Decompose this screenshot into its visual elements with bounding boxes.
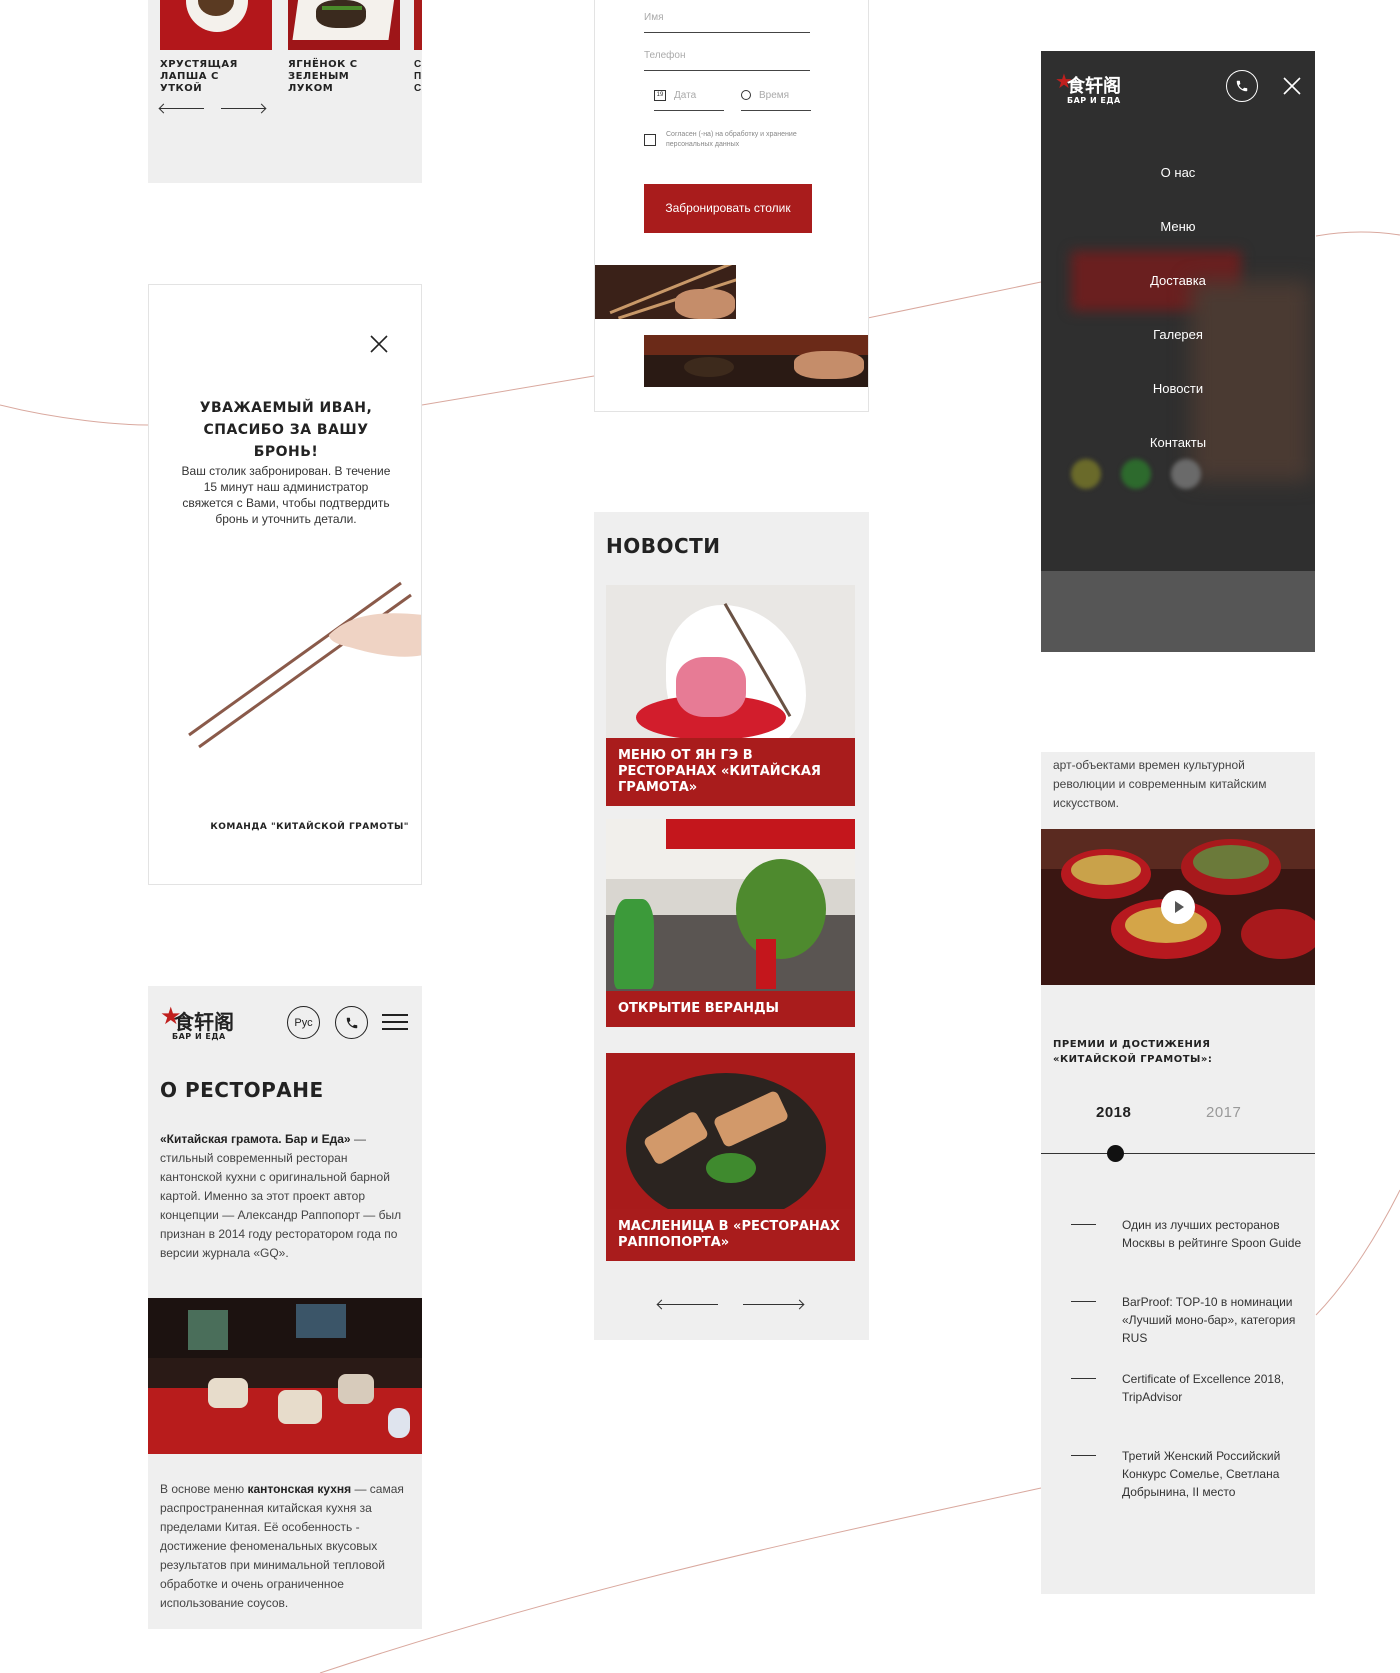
about-text-2-bold: кантонская кухня: [247, 1482, 352, 1496]
chopsticks-photo-2: [644, 335, 868, 387]
submit-booking-button[interactable]: Забронировать столик: [644, 184, 812, 233]
date-field[interactable]: 19 Дата: [654, 90, 724, 111]
play-icon[interactable]: [1161, 890, 1195, 924]
arrow-left-icon[interactable]: [160, 108, 204, 109]
news-caption: Меню от Ян Гэ в ресторанах «Китайская гр…: [606, 738, 855, 806]
logo-sub: бар и еда: [1067, 96, 1121, 105]
booking-form-panel: Имя Телефон 19 Дата Время Согласен (-на) …: [594, 0, 869, 412]
dish-name: ягнёнок с зеленым луком: [288, 59, 358, 94]
date-placeholder: Дата: [674, 90, 697, 102]
dishes-carousel-panel: хрустящая лапша с уткой ягнёнок с зелены…: [148, 0, 422, 183]
about-text-2-b: — самая распространенная китайская кухня…: [160, 1482, 404, 1610]
menu-item-about[interactable]: О нас: [1041, 165, 1315, 180]
video-thumbnail[interactable]: [1041, 829, 1315, 985]
language-button[interactable]: Рус: [287, 1006, 320, 1039]
arrow-right-icon[interactable]: [743, 1304, 803, 1305]
thank-you-signature: команда "китайской грамоты": [210, 822, 409, 832]
dish-photo-duck-noodles[interactable]: [160, 0, 272, 50]
social-icon[interactable]: [1071, 459, 1101, 489]
thank-you-text: Ваш столик забронирован. В течение 15 ми…: [181, 464, 391, 526]
chopsticks-illustration: [179, 575, 421, 755]
dish-name-partial: СПС: [414, 59, 422, 94]
phone-icon[interactable]: [1226, 70, 1258, 102]
phone-placeholder: Телефон: [644, 50, 686, 61]
logo-mark: 食轩阁: [1067, 76, 1121, 97]
news-card[interactable]: Меню от Ян Гэ в ресторанах «Китайская гр…: [606, 585, 855, 806]
news-title: Новости: [606, 534, 721, 558]
about-intro: «Китайская грамота. Бар и Еда» — стильны…: [160, 1130, 410, 1263]
awards-title: Премии и достижения «Китайской грамоты»:: [1053, 1039, 1213, 1065]
mobile-menu-panel: ★ 食轩阁 бар и еда О нас Меню Доставка Гале…: [1041, 51, 1315, 652]
awards-panel: арт-объектами времен культурной революци…: [1041, 752, 1315, 1594]
award-text: Третий Женский Российский Конкурс Сомель…: [1122, 1449, 1281, 1499]
dish-photo-lamb[interactable]: [288, 0, 400, 50]
restaurant-interior-photo[interactable]: [148, 1298, 422, 1454]
time-field[interactable]: Время: [741, 90, 811, 111]
year-tab-2017[interactable]: 2017: [1206, 1104, 1241, 1121]
about-text-2-a: В основе меню: [160, 1482, 248, 1496]
name-placeholder: Имя: [644, 12, 664, 23]
menu-item-news[interactable]: Новости: [1041, 381, 1315, 396]
award-text: BarProof: TOP-10 в номинации «Лучший мон…: [1122, 1295, 1296, 1345]
close-icon[interactable]: [368, 333, 390, 355]
name-field[interactable]: Имя: [644, 12, 810, 33]
calendar-icon: 19: [654, 90, 666, 101]
phone-field[interactable]: Телефон: [644, 50, 810, 71]
news-caption: Масленица в «ресторанах Раппопорта»: [606, 1209, 855, 1261]
year-slider-track: [1041, 1153, 1315, 1154]
thank-you-panel: Уважаемый Иван, спасибо за вашу бронь! В…: [148, 284, 422, 885]
year-slider-handle[interactable]: [1107, 1145, 1124, 1162]
hamburger-menu-icon[interactable]: [382, 1009, 408, 1035]
about-intro-rest: — стильный современный ресторан кантонск…: [160, 1132, 402, 1260]
logo-sub: бар и еда: [172, 1032, 226, 1041]
social-icon[interactable]: [1171, 459, 1201, 489]
arrow-left-icon[interactable]: [658, 1304, 718, 1305]
award-text: Один из лучших ресторанов Москвы в рейти…: [1122, 1218, 1302, 1250]
menu-item-delivery[interactable]: Доставка: [1041, 273, 1315, 288]
year-tab-2018[interactable]: 2018: [1096, 1104, 1131, 1121]
page-title: О ресторане: [160, 1078, 324, 1102]
news-panel: Новости Меню от Ян Гэ в ресторанах «Кита…: [594, 512, 869, 1340]
checkbox-icon[interactable]: [644, 134, 656, 146]
menu-item-menu[interactable]: Меню: [1041, 219, 1315, 234]
thank-you-heading: Уважаемый Иван, спасибо за вашу бронь!: [199, 400, 373, 460]
dish-photo-partial[interactable]: [414, 0, 422, 50]
about-panel: ★ 食轩阁 бар и еда Рус О ресторане «Китайск…: [148, 986, 422, 1629]
menu-item-contacts[interactable]: Контакты: [1041, 435, 1315, 450]
close-icon[interactable]: [1282, 76, 1302, 96]
about-intro-bold: «Китайская грамота. Бар и Еда»: [160, 1132, 351, 1146]
clock-icon: [741, 90, 751, 101]
consent-text: Согласен (-на) на обработку и хранение п…: [666, 131, 797, 148]
chopsticks-photo-1: [595, 265, 736, 319]
awards-intro: арт-объектами времен культурной революци…: [1053, 758, 1267, 810]
logo-mark: 食轩阁: [174, 1010, 234, 1034]
logo[interactable]: ★ 食轩阁 бар и еда: [160, 1003, 250, 1046]
news-caption: Открытие веранды: [606, 991, 855, 1027]
time-placeholder: Время: [759, 90, 790, 101]
news-card[interactable]: Открытие веранды: [606, 819, 855, 1027]
award-text: Certificate of Excellence 2018, TripAdvi…: [1122, 1372, 1285, 1404]
arrow-right-icon[interactable]: [221, 108, 265, 109]
menu-item-gallery[interactable]: Галерея: [1041, 327, 1315, 342]
news-card[interactable]: Масленица в «ресторанах Раппопорта»: [606, 1053, 855, 1261]
about-text-2: В основе меню кантонская кухня — самая р…: [160, 1480, 410, 1613]
social-icon[interactable]: [1121, 459, 1151, 489]
phone-icon[interactable]: [335, 1006, 368, 1039]
dish-name: хрустящая лапша с уткой: [160, 59, 238, 94]
logo[interactable]: ★ 食轩阁 бар и еда: [1055, 71, 1145, 111]
